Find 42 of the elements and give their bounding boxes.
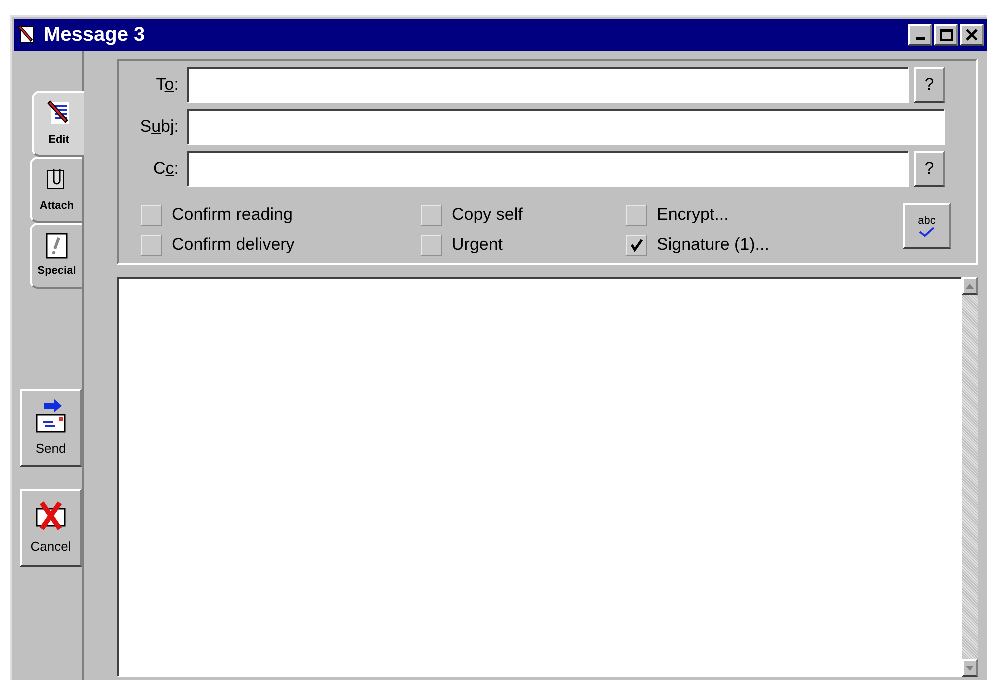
checkbox[interactable] [421,204,442,226]
checkbox[interactable] [626,234,647,256]
checkbox-option[interactable]: Encrypt... [626,203,906,227]
close-button[interactable] [960,24,984,46]
check-icon [918,226,936,236]
text-field[interactable] [187,151,909,187]
checkbox[interactable] [141,234,162,256]
scroll-up-button[interactable] [962,277,978,295]
checkbox-option[interactable]: Signature (1)... [626,233,906,257]
envelope-arrow-icon [34,397,68,436]
help-button[interactable]: ? [914,67,945,103]
down-arrow-icon [966,666,974,670]
checkbox-option[interactable]: Copy self [421,203,626,227]
checkbox-option[interactable]: Confirm delivery [141,233,421,257]
field-label: To: [155,74,180,96]
side-tab[interactable]: Special [30,223,82,289]
text-field[interactable] [187,67,909,103]
close-icon [966,29,978,41]
field-label: Cc: [152,158,180,180]
action-button[interactable]: Cancel [20,489,82,567]
checkbox[interactable] [141,204,162,226]
minimize-button[interactable] [908,24,932,46]
field-label: Subj: [139,116,180,138]
text-field[interactable] [187,109,945,145]
vertical-scrollbar[interactable] [962,277,978,677]
help-button[interactable]: ? [914,151,945,187]
scroll-down-button[interactable] [962,659,978,677]
checkbox[interactable] [421,234,442,256]
message-body-field[interactable] [117,277,962,677]
checkbox[interactable] [626,204,647,226]
side-tab[interactable]: Edit [32,91,84,157]
window-title: Message 3 [44,23,146,48]
up-arrow-icon [966,284,974,288]
maximize-button[interactable] [934,24,958,46]
side-tab[interactable]: Attach [30,157,82,223]
exclamation-page-icon [46,232,68,259]
check-icon [630,238,644,252]
pen-document-icon [18,25,36,45]
spell-check-button[interactable]: abc [903,203,951,249]
checkbox-option[interactable]: Confirm reading [141,203,421,227]
checkbox-option[interactable]: Urgent [421,233,626,257]
action-button[interactable]: Send [20,389,82,467]
